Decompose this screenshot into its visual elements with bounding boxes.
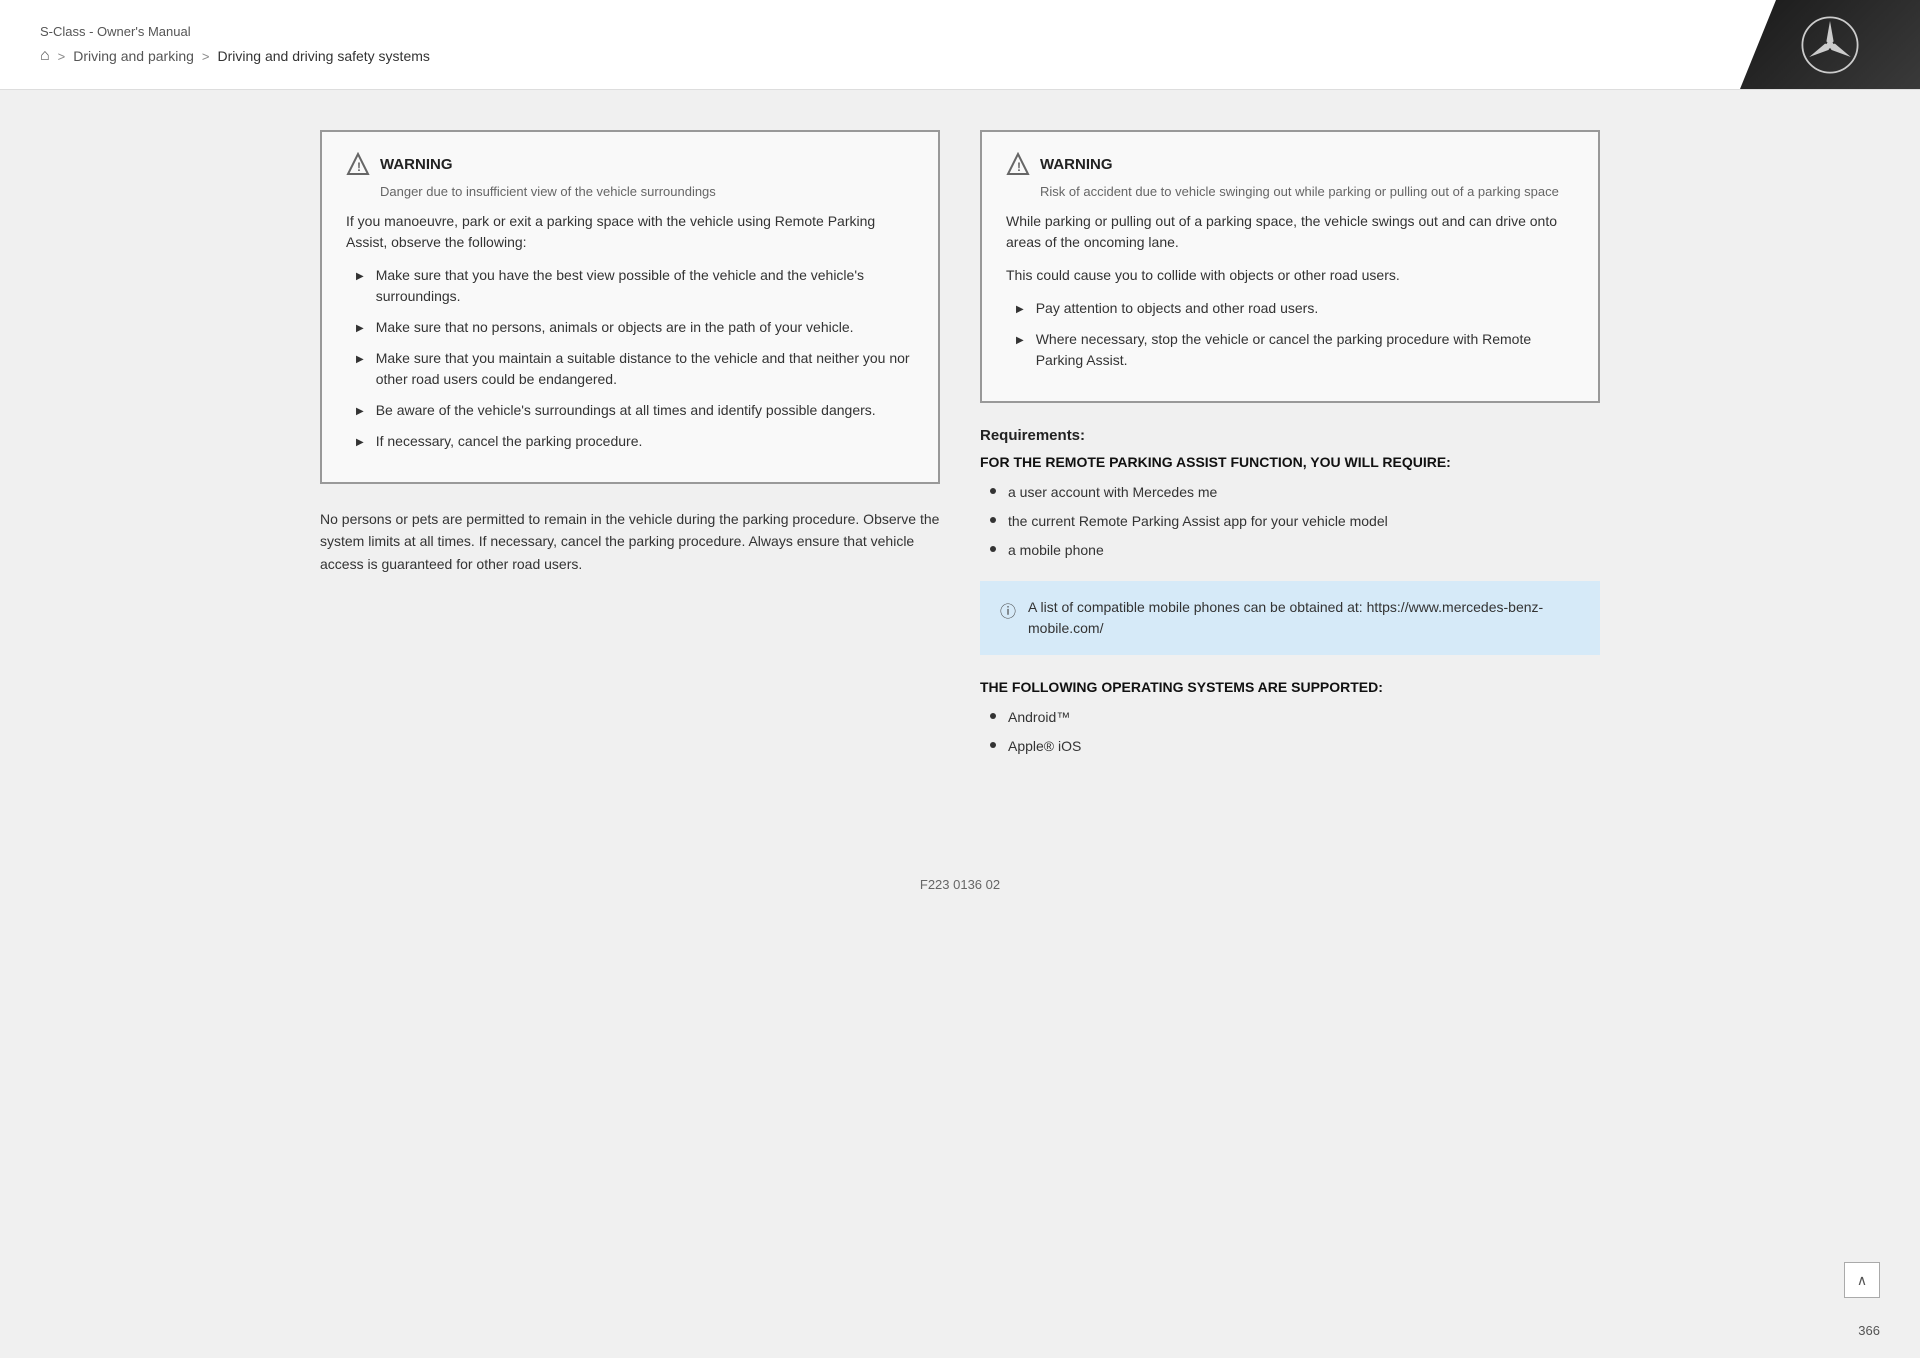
page-number: 366 [1858,1323,1880,1338]
list-item-text: If necessary, cancel the parking procedu… [376,431,643,452]
logo-block [1740,0,1920,89]
svg-text:!: ! [1017,160,1021,174]
bullet-dot [990,742,996,748]
left-warning-list: ▶ Make sure that you have the best view … [346,265,914,452]
right-warning-list: ▶ Pay attention to objects and other roa… [1006,298,1574,371]
bullet-dot [990,488,996,494]
right-warning-box: ! WARNING Risk of accident due to vehicl… [980,130,1600,403]
os-list: Android™ Apple® iOS [980,707,1600,757]
list-item-text: Make sure that you maintain a suitable d… [376,348,914,390]
header-content: S-Class - Owner's Manual ⌂ > Driving and… [0,0,1740,89]
list-item-text: Make sure that you have the best view po… [376,265,914,307]
arrow-marker: ▶ [356,321,364,336]
right-warning-title: WARNING [1040,156,1113,173]
footer: F223 0136 02 [0,857,1920,912]
list-item: ▶ Pay attention to objects and other roa… [1016,298,1574,319]
manual-title: S-Class - Owner's Manual [40,24,1700,39]
list-item: ▶ Make sure that no persons, animals or … [356,317,914,338]
list-item: ▶ If necessary, cancel the parking proce… [356,431,914,452]
right-warning-body1: While parking or pulling out of a parkin… [1006,211,1574,253]
left-column: ! WARNING Danger due to insufficient vie… [320,130,940,777]
arrow-marker: ▶ [356,404,364,419]
right-column: ! WARNING Risk of accident due to vehicl… [980,130,1600,777]
scroll-up-button[interactable]: ∧ [1844,1262,1880,1298]
os-heading: THE FOLLOWING OPERATING SYSTEMS ARE SUPP… [980,679,1600,695]
list-item: Android™ [990,707,1600,728]
left-warning-header: ! WARNING [346,152,914,176]
right-warning-icon: ! [1006,152,1030,176]
home-icon[interactable]: ⌂ [40,47,50,65]
breadcrumb-sep-1: > [58,49,66,64]
list-item-text: Pay attention to objects and other road … [1036,298,1319,319]
breadcrumb-section[interactable]: Driving and parking [73,48,194,64]
right-warning-subtitle: Risk of accident due to vehicle swinging… [1006,184,1574,199]
list-item-text: a user account with Mercedes me [1008,482,1217,503]
list-item-text: Make sure that no persons, animals or ob… [376,317,854,338]
list-item: a user account with Mercedes me [990,482,1600,503]
bullet-dot [990,517,996,523]
left-warning-title: WARNING [380,156,453,173]
list-item: Apple® iOS [990,736,1600,757]
arrow-marker: ▶ [1016,333,1024,348]
list-item: ▶ Make sure that you have the best view … [356,265,914,307]
right-warning-header: ! WARNING [1006,152,1574,176]
info-text: A list of compatible mobile phones can b… [1028,597,1580,639]
main-content: ! WARNING Danger due to insufficient vie… [260,90,1660,817]
bullet-dot [990,713,996,719]
left-warning-icon: ! [346,152,370,176]
info-box: ⓘ A list of compatible mobile phones can… [980,581,1600,655]
bullet-dot [990,546,996,552]
breadcrumb-sep-2: > [202,49,210,64]
mercedes-logo [1800,15,1860,75]
list-item-text: Apple® iOS [1008,736,1081,757]
list-item-text: a mobile phone [1008,540,1104,561]
requirements-label: Requirements: [980,427,1600,444]
left-warning-body: If you manoeuvre, park or exit a parking… [346,211,914,253]
list-item: ▶ Where necessary, stop the vehicle or c… [1016,329,1574,371]
right-warning-body2: This could cause you to collide with obj… [1006,265,1574,286]
arrow-marker: ▶ [1016,302,1024,317]
footer-code: F223 0136 02 [920,877,1000,892]
list-item-text: Where necessary, stop the vehicle or can… [1036,329,1574,371]
list-item-text: Android™ [1008,707,1070,728]
arrow-marker: ▶ [356,269,364,284]
list-item: a mobile phone [990,540,1600,561]
info-icon: ⓘ [1000,598,1016,622]
list-item: ▶ Make sure that you maintain a suitable… [356,348,914,390]
list-item: the current Remote Parking Assist app fo… [990,511,1600,532]
list-item-text: Be aware of the vehicle's surroundings a… [376,400,876,421]
header: S-Class - Owner's Manual ⌂ > Driving and… [0,0,1920,90]
arrow-marker: ▶ [356,435,364,450]
breadcrumb: ⌂ > Driving and parking > Driving and dr… [40,47,1700,65]
arrow-marker: ▶ [356,352,364,367]
left-warning-box: ! WARNING Danger due to insufficient vie… [320,130,940,484]
breadcrumb-current: Driving and driving safety systems [217,48,429,64]
requirements-heading: FOR THE REMOTE PARKING ASSIST FUNCTION, … [980,454,1600,470]
left-warning-subtitle: Danger due to insufficient view of the v… [346,184,914,199]
svg-text:!: ! [357,160,361,174]
list-item: ▶ Be aware of the vehicle's surroundings… [356,400,914,421]
left-body-text: No persons or pets are permitted to rema… [320,508,940,575]
requirements-list: a user account with Mercedes me the curr… [980,482,1600,561]
list-item-text: the current Remote Parking Assist app fo… [1008,511,1388,532]
